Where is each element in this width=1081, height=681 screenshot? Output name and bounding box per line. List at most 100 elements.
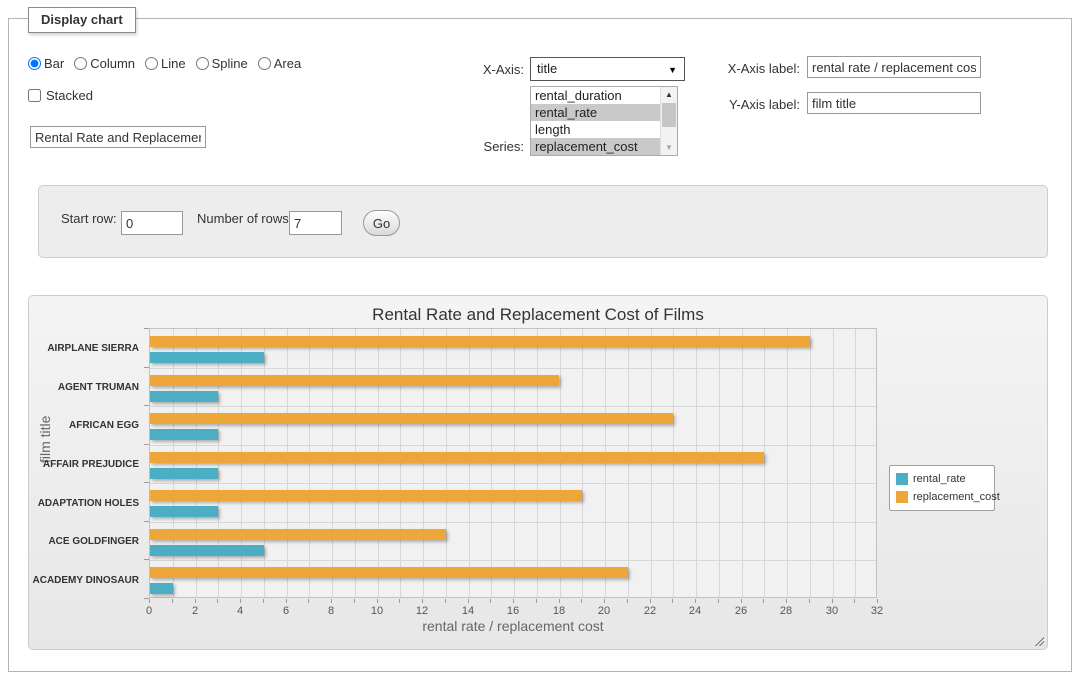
- x-axis-title: rental rate / replacement cost: [313, 618, 713, 634]
- chart-title-input[interactable]: [30, 126, 206, 148]
- gridline-x: [537, 329, 538, 597]
- bar-rental_rate[interactable]: [150, 506, 218, 517]
- bar-rental_rate[interactable]: [150, 545, 264, 556]
- scroll-down-icon[interactable]: ▼: [661, 140, 677, 155]
- gridline-x: [810, 329, 811, 597]
- x-axis-tick: [536, 599, 537, 603]
- chart-type-radio-spline[interactable]: [196, 57, 209, 70]
- chart-type-option-column: Column: [74, 56, 135, 71]
- bar-rental_rate[interactable]: [150, 468, 218, 479]
- bar-rental_rate[interactable]: [150, 352, 264, 363]
- y-axis-label-input[interactable]: [807, 92, 981, 114]
- x-axis-select[interactable]: title ▼: [530, 57, 685, 81]
- start-row-input[interactable]: [121, 211, 183, 235]
- chart-type-option-area: Area: [258, 56, 301, 71]
- x-axis-tick: [786, 599, 787, 603]
- scrollbar-thumb[interactable]: [662, 103, 676, 127]
- go-button[interactable]: Go: [363, 210, 400, 236]
- chart-type-radio-bar[interactable]: [28, 57, 41, 70]
- x-tick-label: 6: [271, 605, 301, 617]
- x-axis-tick: [581, 599, 582, 603]
- bar-replacement_cost[interactable]: [150, 567, 628, 578]
- chart-type-radio-line[interactable]: [145, 57, 158, 70]
- y-axis-tick: [144, 482, 149, 483]
- gridline-x: [355, 329, 356, 597]
- chart-type-radio-column[interactable]: [74, 57, 87, 70]
- number-of-rows-input[interactable]: [289, 211, 342, 235]
- x-axis-tick: [672, 599, 673, 603]
- x-axis-tick: [286, 599, 287, 603]
- bar-replacement_cost[interactable]: [150, 336, 810, 347]
- category-label: ADAPTATION HOLES: [27, 498, 139, 509]
- gridline-x: [400, 329, 401, 597]
- stacked-label: Stacked: [46, 88, 93, 103]
- legend-item-replacement_cost[interactable]: replacement_cost: [896, 488, 988, 506]
- x-tick-label: 30: [817, 605, 847, 617]
- x-axis-tick: [240, 599, 241, 603]
- bar-replacement_cost[interactable]: [150, 490, 582, 501]
- bar-replacement_cost[interactable]: [150, 452, 764, 463]
- series-option-rental_duration[interactable]: rental_duration: [531, 87, 660, 104]
- series-option-rental_rate[interactable]: rental_rate: [531, 104, 660, 121]
- x-axis-tick: [468, 599, 469, 603]
- series-option-replacement_cost[interactable]: replacement_cost: [531, 138, 660, 155]
- y-axis-tick: [144, 367, 149, 368]
- x-tick-label: 28: [771, 605, 801, 617]
- gridline-x: [833, 329, 834, 597]
- chart-type-option-line: Line: [145, 56, 186, 71]
- x-axis-tick: [308, 599, 309, 603]
- x-tick-label: 16: [498, 605, 528, 617]
- row-range-panel: Start row: Number of rows: Go: [38, 185, 1048, 258]
- bar-replacement_cost[interactable]: [150, 529, 446, 540]
- bar-rental_rate[interactable]: [150, 391, 218, 402]
- x-axis-tick: [172, 599, 173, 603]
- gridline-x: [855, 329, 856, 597]
- x-axis-tick: [445, 599, 446, 603]
- gridline-y: [150, 368, 876, 369]
- series-option-length[interactable]: length: [531, 121, 660, 138]
- x-tick-label: 24: [680, 605, 710, 617]
- series-scrollbar[interactable]: ▲ ▼: [660, 87, 677, 155]
- gridline-x: [673, 329, 674, 597]
- x-axis-label-input[interactable]: [807, 56, 981, 78]
- x-axis-tick: [217, 599, 218, 603]
- bar-rental_rate[interactable]: [150, 429, 218, 440]
- x-tick-label: 22: [635, 605, 665, 617]
- y-axis-tick: [144, 598, 149, 599]
- x-axis-tick: [513, 599, 514, 603]
- chart-type-radio-label: Spline: [212, 56, 248, 71]
- x-tick-label: 20: [589, 605, 619, 617]
- x-axis-tick: [854, 599, 855, 603]
- gridline-x: [241, 329, 242, 597]
- legend-label: replacement_cost: [913, 491, 1000, 503]
- bar-rental_rate[interactable]: [150, 583, 173, 594]
- chart-panel: Rental Rate and Replacement Cost of Film…: [28, 295, 1048, 650]
- stacked-checkbox[interactable]: [28, 89, 41, 102]
- x-axis-tick: [809, 599, 810, 603]
- y-axis-label-label: Y-Axis label:: [690, 97, 800, 112]
- chart-type-radio-label: Line: [161, 56, 186, 71]
- legend-item-rental_rate[interactable]: rental_rate: [896, 470, 988, 488]
- gridline-x: [696, 329, 697, 597]
- x-tick-label: 12: [407, 605, 437, 617]
- gridline-y: [150, 445, 876, 446]
- gridline-x: [264, 329, 265, 597]
- gridline-x: [628, 329, 629, 597]
- bar-replacement_cost[interactable]: [150, 413, 673, 424]
- scroll-up-icon[interactable]: ▲: [661, 87, 677, 102]
- chart-type-radio-label: Area: [274, 56, 301, 71]
- legend-swatch-icon: [896, 491, 908, 503]
- x-axis-tick: [695, 599, 696, 603]
- x-axis-tick: [399, 599, 400, 603]
- chart-type-radio-area[interactable]: [258, 57, 271, 70]
- chevron-down-icon: ▼: [668, 58, 677, 82]
- x-axis-tick: [604, 599, 605, 603]
- chart-plot-area: [149, 328, 877, 598]
- gridline-y: [150, 560, 876, 561]
- x-axis-label-label: X-Axis label:: [690, 61, 800, 76]
- bar-replacement_cost[interactable]: [150, 375, 559, 386]
- resize-handle-icon[interactable]: [1033, 635, 1044, 646]
- category-label: ACE GOLDFINGER: [27, 536, 139, 547]
- series-listbox[interactable]: rental_durationrental_ratelengthreplacem…: [530, 86, 678, 156]
- gridline-x: [719, 329, 720, 597]
